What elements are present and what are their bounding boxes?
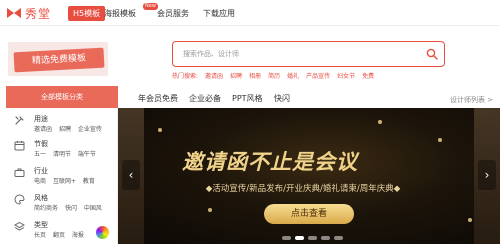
search-box[interactable]: 搜索作品、设计师 [172,41,445,67]
tab-flash[interactable]: 快闪 [274,94,290,104]
hot-search-label: 热门搜索: [172,73,199,80]
tools-icon [15,116,24,125]
carousel-prev-button[interactable]: ‹ [122,160,140,190]
carousel-dot[interactable] [308,236,317,240]
category-subs: 邀请函 招聘 企业宣传 [34,125,107,134]
category-sub-link[interactable]: 五一 [34,151,46,158]
hero-subtitle: ◆活动宣传/新品发布/开业庆典/婚礼请柬/周年庆典◆ [205,184,401,194]
category-sub-link[interactable]: 电商 [34,178,46,185]
hot-term[interactable]: 产品宣传 [306,72,330,82]
tab-enterprise[interactable]: 企业必备 [189,94,221,104]
color-wheel-icon[interactable] [96,226,109,239]
logo-icon [7,8,21,18]
briefcase-icon [14,168,25,177]
category-sub-link[interactable]: 中国风 [84,205,102,212]
sparkle [208,208,212,212]
category-title: 类型 [34,221,48,229]
nav-poster-templates[interactable]: 海报模板 [104,8,136,19]
hot-search-row: 热门搜索: 邀请函 招聘 相册 简历 婚礼 产品宣传 妇女节 免费 [172,72,374,82]
carousel-dots [282,236,343,240]
designer-list-link[interactable]: 设计师列表 > [450,95,493,105]
calendar-icon [14,141,25,151]
all-categories-header[interactable]: 全部模板分类 [6,86,118,108]
hot-term[interactable]: 婚礼 [287,72,299,82]
carousel-dot[interactable] [334,236,343,240]
category-title: 行业 [34,167,48,175]
hot-term[interactable]: 免费 [362,72,374,82]
category-sub-link[interactable]: 海报 [72,232,84,239]
hero-view-button[interactable]: 点击查看 [264,204,354,224]
category-title: 风格 [34,194,48,202]
category-sub-link[interactable]: 互联网+ [53,178,76,185]
hot-term[interactable]: 邀请函 [205,72,223,82]
category-subs: 长页 翻页 海报 [34,231,89,240]
sparkle [158,128,162,132]
carousel-dot[interactable] [282,236,291,240]
category-sub-link[interactable]: 翻页 [53,232,65,239]
category-title: 用途 [34,115,48,123]
category-sub-link[interactable]: 简约商务 [34,205,58,212]
carousel-dot[interactable] [295,236,304,240]
sparkle [378,120,382,124]
category-sub-link[interactable]: 招聘 [59,126,71,133]
logo[interactable]: 秀堂 [6,4,51,22]
nav-h5-templates[interactable]: H5模板 [68,6,106,21]
category-subs: 电商 互联网+ 教育 [34,177,100,186]
logo-text: 秀堂 [25,6,52,21]
category-title: 节假 [34,140,48,148]
hot-term[interactable]: 妇女节 [337,72,355,82]
category-subs: 五一 清明节 端午节 [34,150,101,159]
palette-icon [14,194,25,205]
category-sub-link[interactable]: 邀请函 [34,126,52,133]
nav-download-app[interactable]: 下载应用 [203,8,235,19]
hot-term[interactable]: 简历 [268,72,280,82]
hot-term[interactable]: 相册 [249,72,261,82]
hero-title: 邀请函不止是会议 [182,150,358,174]
layers-icon [14,221,25,231]
hot-term[interactable]: 招聘 [230,72,242,82]
sparkle [438,138,442,142]
search-input[interactable]: 搜索作品、设计师 [183,48,239,60]
category-sub-link[interactable]: 企业宣传 [78,126,102,133]
tab-free-membership[interactable]: 年会员免费 [138,94,178,104]
carousel-dot[interactable] [321,236,330,240]
sparkle [468,218,472,222]
category-sub-link[interactable]: 快闪 [65,205,77,212]
nav-membership[interactable]: 会员服务 [157,8,189,19]
category-sub-link[interactable]: 教育 [83,178,95,185]
category-sub-link[interactable]: 清明节 [53,151,71,158]
search-icon[interactable] [426,48,438,60]
category-sub-link[interactable]: 端午节 [78,151,96,158]
new-badge: New [143,3,158,10]
carousel-next-button[interactable]: › [478,160,496,190]
tab-ppt-style[interactable]: PPT风格 [232,94,263,104]
category-sub-link[interactable]: 长页 [34,232,46,239]
category-subs: 简约商务 快闪 中国风 [34,204,107,213]
